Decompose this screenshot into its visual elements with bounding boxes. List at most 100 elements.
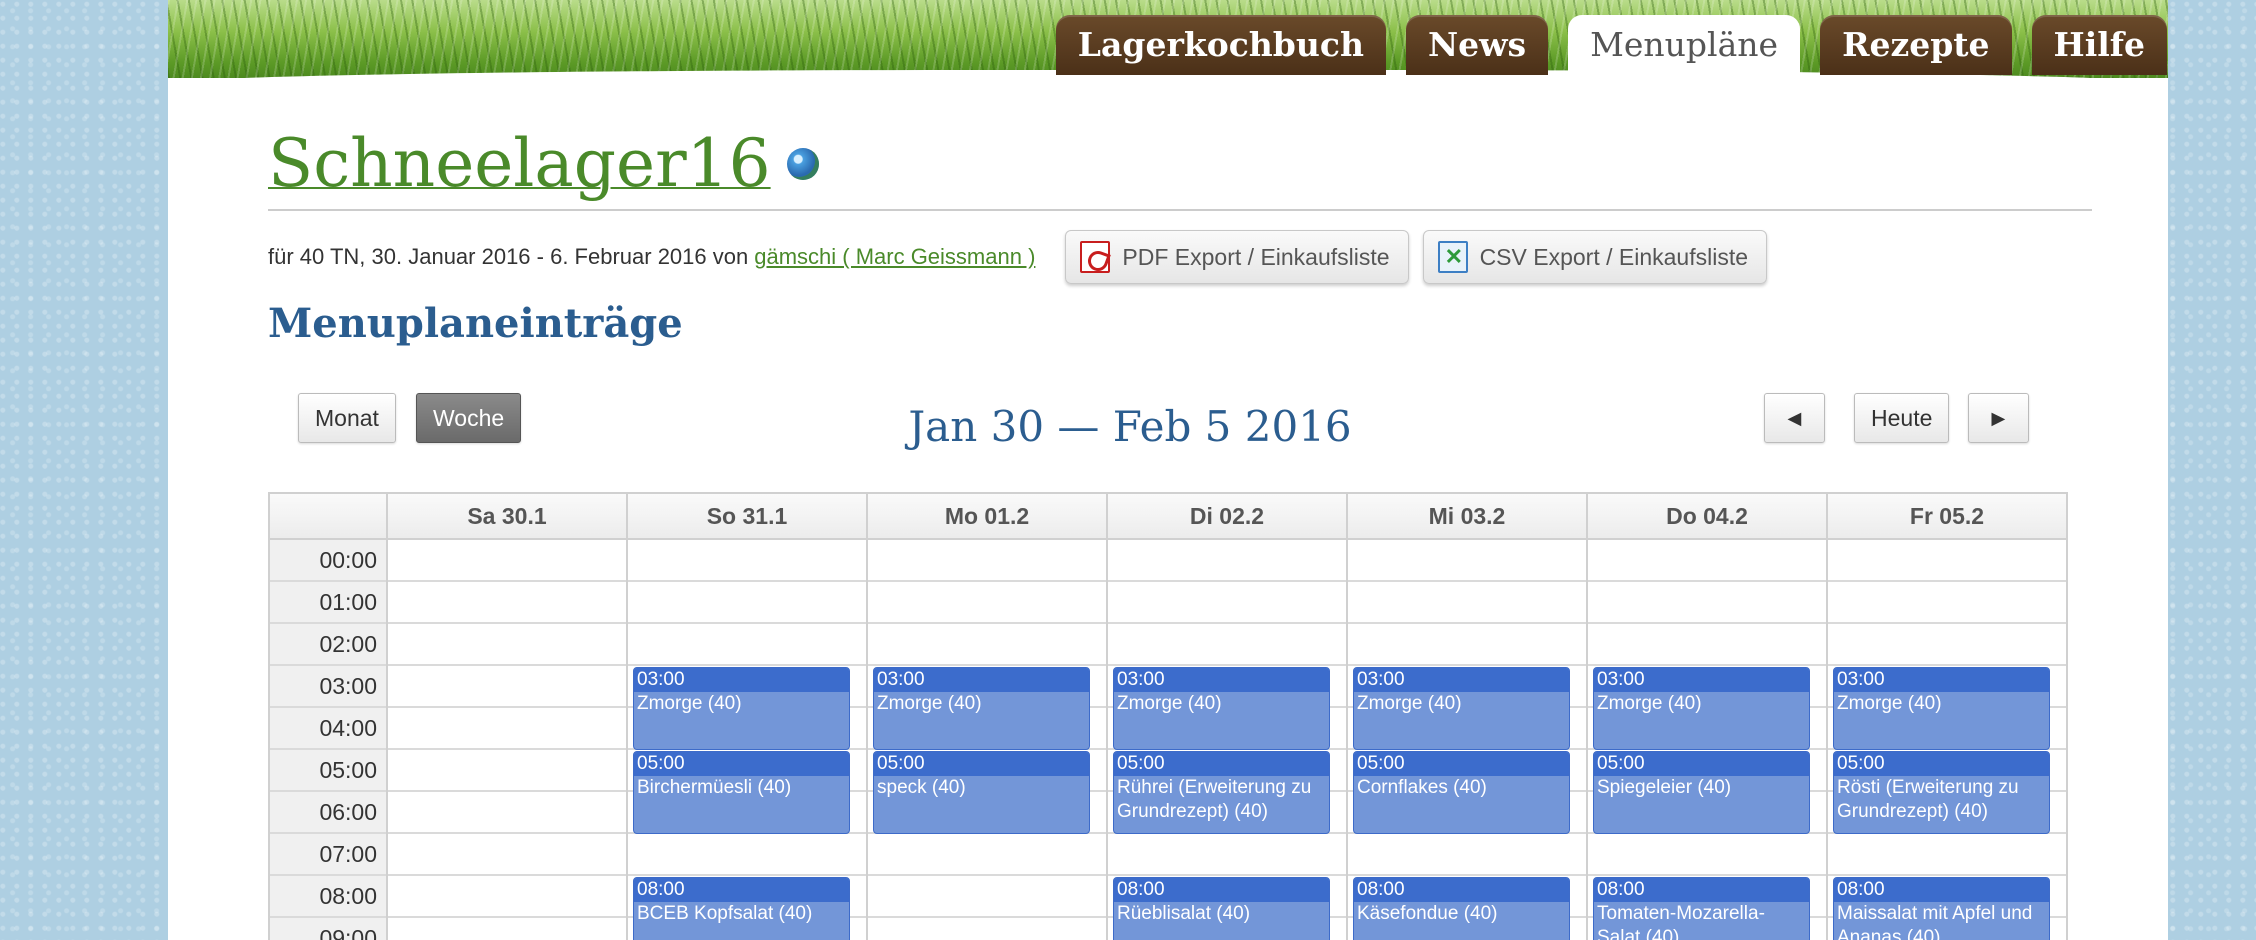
page-title[interactable]: Schneelager16 <box>268 125 771 202</box>
event-time: 05:00 <box>634 752 849 776</box>
calendar-event[interactable]: 03:00 Zmorge (40) <box>1113 667 1330 750</box>
calendar-event[interactable]: 03:00 Zmorge (40) <box>1353 667 1570 750</box>
camp-info-text: für 40 TN, 30. Januar 2016 - 6. Februar … <box>268 244 749 269</box>
event-title: BCEB Kopfsalat (40) <box>637 903 813 924</box>
page-container: Lagerkochbuch News Menupläne Rezepte Hil… <box>168 0 2168 940</box>
header-gutter <box>270 494 388 538</box>
author-link[interactable]: gämschi ( Marc Geissmann ) <box>754 244 1035 270</box>
calendar-event[interactable]: 08:00 Rüeblisalat (40) <box>1113 877 1330 940</box>
calendar-event[interactable]: 05:00 Rösti (Erweiterung zu Grundrezept) … <box>1833 751 2050 834</box>
nav-tab-menuplaene[interactable]: Menupläne <box>1568 15 1801 75</box>
calendar-event[interactable]: 05:00 Spiegeleier (40) <box>1593 751 1810 834</box>
camp-info-row: für 40 TN, 30. Januar 2016 - 6. Februar … <box>268 230 1768 284</box>
event-title: Tomaten-Mozarella-Salat (40) <box>1597 903 1765 940</box>
calendar-event[interactable]: 05:00 Rührei (Erweiterung zu Grundrezept)… <box>1113 751 1330 834</box>
calendar-event[interactable]: 03:00 Zmorge (40) <box>1833 667 2050 750</box>
next-week-button[interactable]: ► <box>1968 393 2029 443</box>
calendar-event[interactable]: 03:00 Zmorge (40) <box>633 667 850 750</box>
hour-label: 03:00 <box>270 666 386 708</box>
event-title: Rüeblisalat (40) <box>1117 903 1251 924</box>
calendar-event[interactable]: 03:00 Zmorge (40) <box>1593 667 1810 750</box>
day-column[interactable] <box>388 540 628 940</box>
day-column[interactable]: 03:00 Zmorge (40) 05:00 Cornflakes (40) 08:0… <box>1348 540 1588 940</box>
event-time: 08:00 <box>1114 878 1329 902</box>
event-time: 08:00 <box>1594 878 1809 902</box>
calendar-event[interactable]: 03:00 Zmorge (40) <box>873 667 1090 750</box>
day-header-sa: Sa 30.1 <box>388 494 628 538</box>
time-column: 00:00 01:00 02:00 03:00 04:00 05:00 06:00 07:00… <box>270 540 388 940</box>
event-title: Zmorge (40) <box>1117 693 1222 714</box>
event-title: Rösti (Erweiterung zu Grundrezept) (40) <box>1837 777 2019 822</box>
day-column[interactable]: 03:00 Zmorge (40) 05:00 speck (40) <box>868 540 1108 940</box>
event-time: 03:00 <box>1594 668 1809 692</box>
nav-tab-hilfe[interactable]: Hilfe <box>2031 15 2167 75</box>
calendar-event[interactable]: 08:00 BCEB Kopfsalat (40) <box>633 877 850 940</box>
globe-icon <box>786 148 819 180</box>
nav-tab-rezepte[interactable]: Rezepte <box>1820 15 2012 75</box>
nav-tab-lagerkochbuch[interactable]: Lagerkochbuch <box>1055 15 1386 75</box>
event-title: Spiegeleier (40) <box>1597 777 1732 798</box>
day-header-mi: Mi 03.2 <box>1348 494 1588 538</box>
hour-label: 08:00 <box>270 876 386 918</box>
event-title: Maissalat mit Apfel und Ananas (40) <box>1837 903 2033 940</box>
hour-label: 09:00 <box>270 918 386 940</box>
event-title: Käsefondue (40) <box>1357 903 1498 924</box>
event-time: 05:00 <box>1834 752 2049 776</box>
event-time: 03:00 <box>634 668 849 692</box>
csv-export-label: CSV Export / Einkaufsliste <box>1479 243 1749 270</box>
hour-label: 06:00 <box>270 792 386 834</box>
day-header-mo: Mo 01.2 <box>868 494 1108 538</box>
day-header-so: So 31.1 <box>628 494 868 538</box>
prev-week-button[interactable]: ◄ <box>1764 393 1825 443</box>
section-title: Menuplaneinträge <box>268 300 683 347</box>
hour-label: 00:00 <box>270 540 386 582</box>
calendar-event[interactable]: 08:00 Tomaten-Mozarella-Salat (40) <box>1593 877 1810 940</box>
event-time: 08:00 <box>1354 878 1569 902</box>
day-column[interactable]: 03:00 Zmorge (40) 05:00 Spiegeleier (40) 08:… <box>1588 540 1828 940</box>
spreadsheet-icon <box>1437 241 1468 273</box>
event-time: 03:00 <box>874 668 1089 692</box>
title-row: Schneelager16 <box>268 125 2092 211</box>
event-title: Rührei (Erweiterung zu Grundrezept) (40) <box>1117 777 1312 822</box>
event-title: Zmorge (40) <box>637 693 742 714</box>
day-header-fr: Fr 05.2 <box>1909 503 1985 529</box>
csv-export-button[interactable]: CSV Export / Einkaufsliste <box>1422 230 1768 284</box>
calendar-event[interactable]: 05:00 Birchermüesli (40) <box>633 751 850 834</box>
day-header-do: Do 04.2 <box>1588 494 1828 538</box>
calendar-event[interactable]: 05:00 speck (40) <box>873 751 1090 834</box>
week-calendar: Sa 30.1 So 31.1 Mo 01.2 Di 02.2 Mi 03.2 … <box>268 492 2068 940</box>
pdf-export-button[interactable]: PDF Export / Einkaufsliste <box>1065 230 1409 284</box>
calendar-event[interactable]: 05:00 Cornflakes (40) <box>1353 751 1570 834</box>
calendar-range-title: Jan 30 — Feb 5 2016 <box>908 402 1352 451</box>
event-time: 03:00 <box>1834 668 2049 692</box>
day-column[interactable]: 03:00 Zmorge (40) 05:00 Rührei (Erweiterung… <box>1108 540 1348 940</box>
event-time: 05:00 <box>1594 752 1809 776</box>
event-time: 08:00 <box>634 878 849 902</box>
hour-label: 05:00 <box>270 750 386 792</box>
hour-label: 01:00 <box>270 582 386 624</box>
today-button[interactable]: Heute <box>1854 393 1950 443</box>
day-column[interactable]: 03:00 Zmorge (40) 05:00 Birchermüesli (40) 0… <box>628 540 868 940</box>
event-time: 05:00 <box>1354 752 1569 776</box>
hour-label: 02:00 <box>270 624 386 666</box>
event-title: Cornflakes (40) <box>1357 777 1487 798</box>
event-time: 05:00 <box>874 752 1089 776</box>
hour-label: 04:00 <box>270 708 386 750</box>
nav-tab-news[interactable]: News <box>1405 15 1549 75</box>
day-column[interactable]: 03:00 Zmorge (40) 05:00 Rösti (Erweiterung … <box>1828 540 2066 940</box>
event-time: 03:00 <box>1114 668 1329 692</box>
event-title: speck (40) <box>877 777 966 798</box>
day-header-di: Di 02.2 <box>1108 494 1348 538</box>
event-title: Zmorge (40) <box>877 693 982 714</box>
pdf-export-label: PDF Export / Einkaufsliste <box>1122 243 1390 270</box>
calendar-event[interactable]: 08:00 Maissalat mit Apfel und Ananas (40) <box>1833 877 2050 940</box>
event-title: Zmorge (40) <box>1357 693 1462 714</box>
main-nav: Lagerkochbuch News Menupläne Rezepte Hil… <box>1055 15 2167 75</box>
event-time: 05:00 <box>1114 752 1329 776</box>
event-title: Zmorge (40) <box>1837 693 1942 714</box>
event-title: Birchermüesli (40) <box>637 777 792 798</box>
event-time: 03:00 <box>1354 668 1569 692</box>
event-title: Zmorge (40) <box>1597 693 1702 714</box>
calendar-event[interactable]: 08:00 Käsefondue (40) <box>1353 877 1570 940</box>
hour-label: 07:00 <box>270 834 386 876</box>
